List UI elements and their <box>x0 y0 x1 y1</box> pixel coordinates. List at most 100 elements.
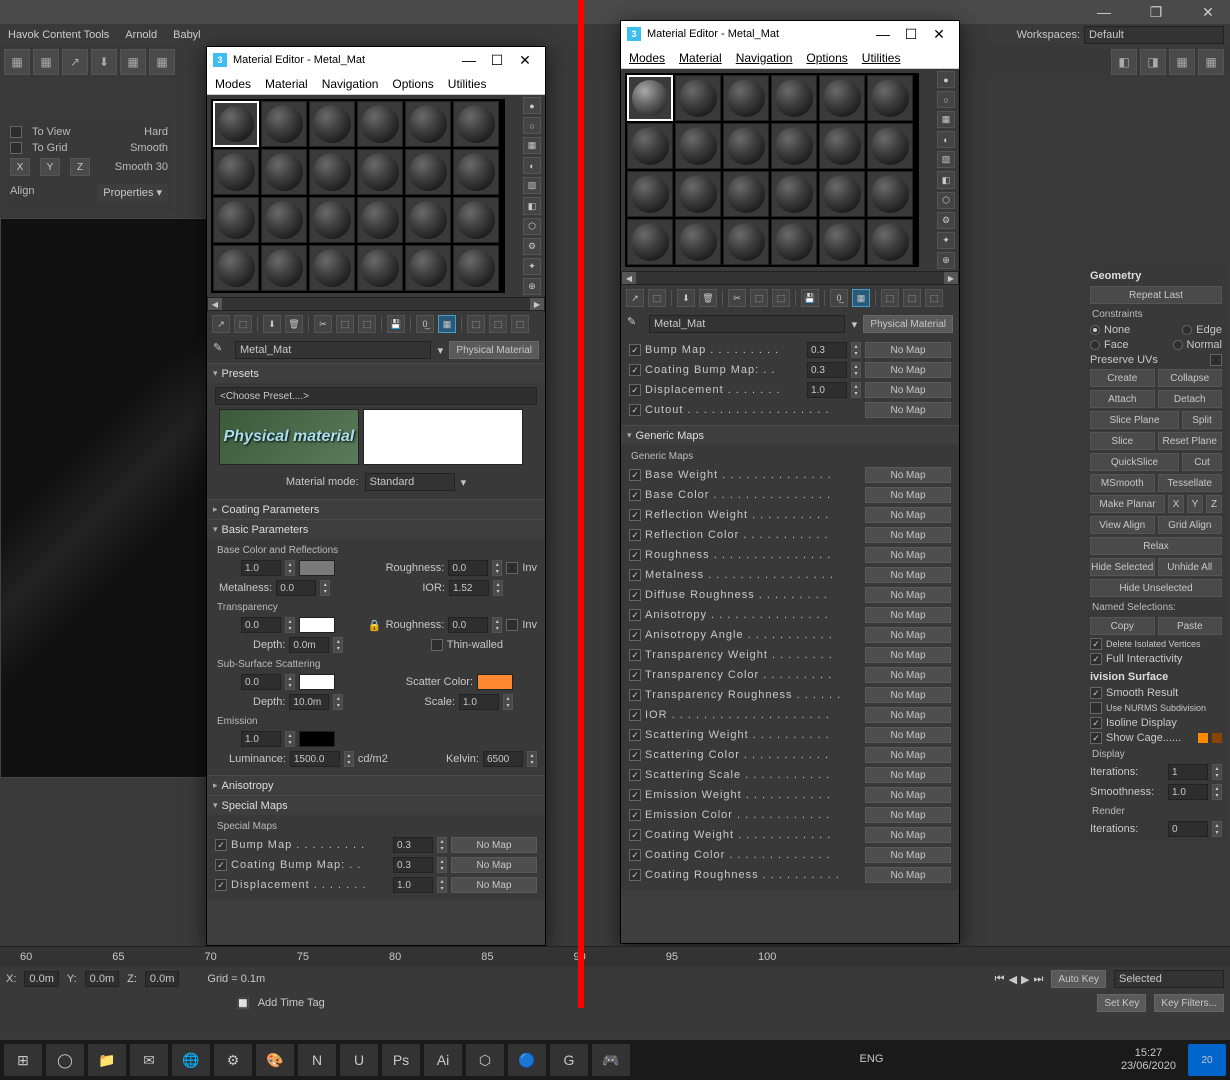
menu-material[interactable]: Material <box>265 77 308 91</box>
map-check[interactable] <box>629 569 641 581</box>
normal-radio[interactable] <box>1173 340 1183 350</box>
material-slot[interactable] <box>213 149 259 195</box>
toolbar-icon[interactable]: ⬚ <box>234 315 252 333</box>
material-slot[interactable] <box>357 245 403 291</box>
menu-navigation[interactable]: Navigation <box>736 51 793 65</box>
sidetool-icon[interactable]: ▦ <box>937 111 955 128</box>
preserve-check[interactable] <box>1210 354 1222 366</box>
map-button[interactable]: No Map <box>865 547 951 563</box>
map-button[interactable]: No Map <box>865 587 951 603</box>
toolbar-icon[interactable]: ⬚ <box>750 289 768 307</box>
max-button[interactable]: ☐ <box>483 52 511 69</box>
material-slot[interactable] <box>627 171 673 217</box>
thinwalled-check[interactable] <box>431 639 443 651</box>
taskbar-icon[interactable]: ◯ <box>46 1044 84 1076</box>
toolbar-icon[interactable]: 0̲ <box>416 315 434 333</box>
tray-clock[interactable]: 15:2723/06/2020 <box>1113 1047 1184 1073</box>
toolbar-icon[interactable]: ⬚ <box>772 289 790 307</box>
sss-swatch[interactable] <box>299 674 335 690</box>
smooth-label[interactable]: Smooth <box>130 142 168 154</box>
addtime-label[interactable]: Add Time Tag <box>258 997 325 1009</box>
basecolor-swatch[interactable] <box>299 560 335 576</box>
transp-swatch[interactable] <box>299 617 335 633</box>
viewport[interactable] <box>0 218 230 778</box>
scroll-left[interactable]: ◀ <box>622 272 636 284</box>
sidetool-icon[interactable]: ▦ <box>523 137 541 154</box>
material-slot[interactable] <box>627 75 673 121</box>
sidetool-icon[interactable]: ⊕ <box>523 278 541 295</box>
map-amount[interactable]: 0.3 <box>393 837 433 853</box>
max-button[interactable]: ☐ <box>897 26 925 43</box>
map-check[interactable] <box>629 529 641 541</box>
map-check[interactable] <box>629 364 641 376</box>
map-check[interactable] <box>629 769 641 781</box>
map-button[interactable]: No Map <box>865 567 951 583</box>
map-check[interactable] <box>629 789 641 801</box>
isoline-check[interactable] <box>1090 717 1102 729</box>
taskbar-icon[interactable]: G <box>550 1044 588 1076</box>
material-name-field[interactable]: Metal_Mat <box>235 341 431 359</box>
toolbar-icon[interactable]: ▦ <box>1169 49 1195 75</box>
sidetool-icon[interactable]: ✦ <box>937 232 955 249</box>
tess-button[interactable]: Tessellate <box>1158 474 1223 492</box>
msmooth-button[interactable]: MSmooth <box>1090 474 1155 492</box>
material-slot[interactable] <box>213 197 259 243</box>
collapse-button[interactable]: Collapse <box>1158 369 1223 387</box>
titlebar[interactable]: 3 Material Editor - Metal_Mat — ☐ ✕ <box>621 21 959 47</box>
taskbar-icon[interactable]: ✉ <box>130 1044 168 1076</box>
hideun-button[interactable]: Hide Unselected <box>1090 579 1222 597</box>
map-amount[interactable]: 1.0 <box>807 382 847 398</box>
close-button[interactable]: ✕ <box>925 26 953 43</box>
troughness-spinner[interactable]: 0.0 <box>448 617 488 633</box>
material-slot[interactable] <box>213 245 259 291</box>
taskbar-icon[interactable]: 📁 <box>88 1044 126 1076</box>
material-slot[interactable] <box>405 101 451 147</box>
notif-icon[interactable]: 20 <box>1188 1044 1226 1076</box>
tdepth-spinner[interactable]: 0.0m <box>289 637 329 653</box>
scroll-right[interactable]: ▶ <box>530 298 544 310</box>
sidetool-icon[interactable]: ◐ <box>523 157 541 174</box>
material-slot[interactable] <box>309 101 355 147</box>
map-amount[interactable]: 1.0 <box>393 877 433 893</box>
sidetool-icon[interactable]: ▨ <box>523 177 541 194</box>
map-check[interactable] <box>629 709 641 721</box>
material-type-button[interactable]: Physical Material <box>449 341 539 359</box>
timeline[interactable]: 6065707580859095100 <box>0 947 1230 967</box>
taskbar-icon[interactable]: 🎮 <box>592 1044 630 1076</box>
showcage-check[interactable] <box>1090 732 1102 744</box>
material-slot[interactable] <box>627 219 673 265</box>
spinner-buttons[interactable]: ▴▾ <box>285 560 295 576</box>
toolbar-icon[interactable]: ▦ <box>852 289 870 307</box>
taskbar-icon[interactable]: 🔵 <box>508 1044 546 1076</box>
map-button[interactable]: No Map <box>865 467 951 483</box>
map-check[interactable] <box>629 849 641 861</box>
material-slot[interactable] <box>723 171 769 217</box>
tray-clock[interactable]: ENG <box>852 1053 892 1066</box>
toolbar-icon[interactable]: ⬚ <box>511 315 529 333</box>
toolbar-icon[interactable]: ⬚ <box>336 315 354 333</box>
sss-spinner[interactable]: 0.0 <box>241 674 281 690</box>
map-button[interactable]: No Map <box>451 877 537 893</box>
y-field[interactable]: 0.0m <box>85 971 119 987</box>
map-button[interactable]: No Map <box>865 627 951 643</box>
toolbar-icon[interactable]: 🗑 <box>699 289 717 307</box>
coating-header[interactable]: Coating Parameters <box>207 499 545 519</box>
sidetool-icon[interactable]: ⬡ <box>523 218 541 235</box>
material-slot[interactable] <box>867 123 913 169</box>
preset-dropdown[interactable]: <Choose Preset....> <box>215 387 537 405</box>
eyedropper-icon[interactable]: ✎ <box>627 315 645 333</box>
sidetool-icon[interactable]: ● <box>937 71 955 88</box>
basic-header[interactable]: Basic Parameters <box>207 519 545 539</box>
slice-button[interactable]: Slice <box>1090 432 1155 450</box>
smooth30-label[interactable]: Smooth 30 <box>115 161 168 173</box>
material-slot[interactable] <box>261 245 307 291</box>
toolbar-icon[interactable]: ⬚ <box>903 289 921 307</box>
sidetool-icon[interactable]: ⬡ <box>937 192 955 209</box>
menu-navigation[interactable]: Navigation <box>322 77 379 91</box>
map-amount[interactable]: 0.3 <box>393 857 433 873</box>
menu-modes[interactable]: Modes <box>629 51 665 65</box>
keyfilters-button[interactable]: Key Filters... <box>1154 994 1224 1012</box>
y-button[interactable]: Y <box>40 158 60 176</box>
sdepth-spinner[interactable]: 10.0m <box>289 694 329 710</box>
roughness-spinner[interactable]: 0.0 <box>448 560 488 576</box>
